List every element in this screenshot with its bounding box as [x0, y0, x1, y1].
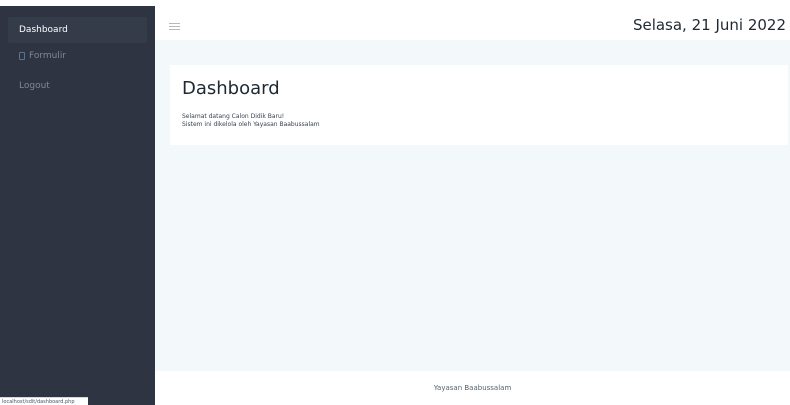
form-icon: [19, 52, 25, 60]
status-url-bar: localhost/sdit/dashboard.php: [0, 397, 88, 405]
sidebar-item-formulir[interactable]: Formulir: [8, 43, 147, 69]
top-bar: Selasa, 21 Juni 2022: [155, 6, 790, 40]
sidebar: Dashboard Formulir Logout localhost/sdit…: [0, 6, 155, 405]
footer-text: Yayasan Baabussalam: [433, 384, 512, 392]
hamburger-icon[interactable]: [169, 23, 180, 31]
window-top-strip: [0, 0, 790, 6]
managed-by-line: Sistem ini dikelola oleh Yayasan Baabuss…: [182, 121, 320, 128]
current-date: Selasa, 21 Juni 2022: [632, 16, 786, 34]
page-title: Dashboard: [182, 78, 280, 99]
footer: Yayasan Baabussalam: [155, 371, 790, 405]
sidebar-item-label: Formulir: [29, 51, 67, 61]
welcome-line: Selamat datang Calon Didik Baru!: [182, 113, 285, 120]
sidebar-item-label: Logout: [19, 81, 50, 91]
sidebar-item-logout[interactable]: Logout: [8, 73, 147, 99]
sidebar-item-dashboard[interactable]: Dashboard: [8, 17, 147, 43]
sidebar-item-label: Dashboard: [19, 25, 68, 35]
dashboard-card: Dashboard Selamat datang Calon Didik Bar…: [170, 65, 788, 145]
